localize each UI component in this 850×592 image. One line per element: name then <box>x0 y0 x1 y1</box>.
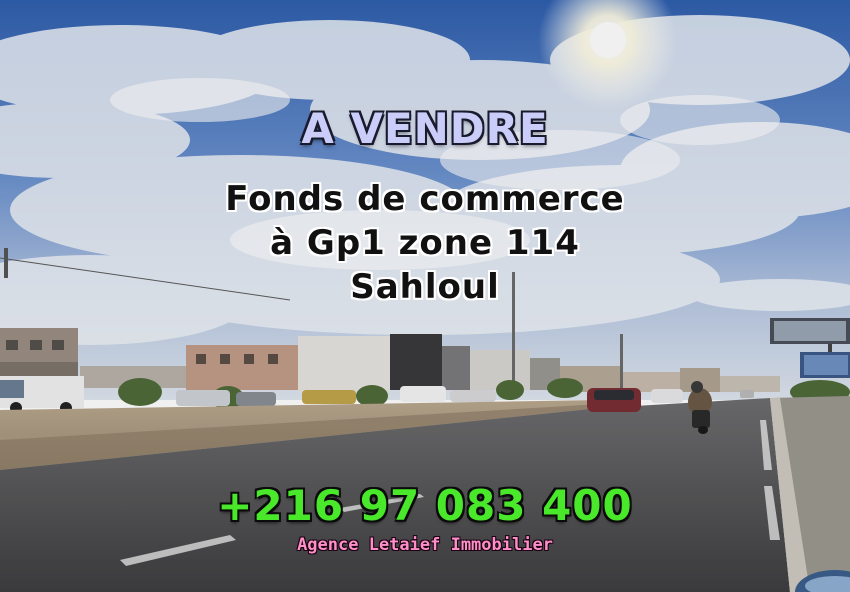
description-line-3: Sahloul <box>350 267 500 307</box>
agency-name: Agence Letaief Immobilier <box>297 535 553 555</box>
phone-number: +216 97 083 400 <box>217 481 633 530</box>
headline-text: A VENDRE <box>301 104 549 153</box>
description-line-2: à Gp1 zone 114 <box>270 223 580 263</box>
description-line-1: Fonds de commerce <box>225 179 625 219</box>
